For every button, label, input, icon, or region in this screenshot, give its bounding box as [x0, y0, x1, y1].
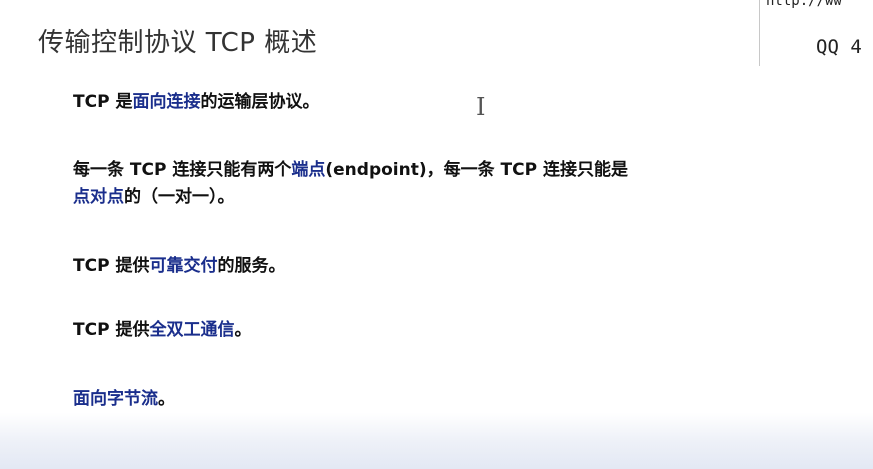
highlighted-term: 面向字节流: [73, 389, 158, 409]
bullet-point-5: 面向字节流。: [73, 386, 175, 413]
bullet-point-1: TCP 是面向连接的运输层协议。: [73, 89, 319, 116]
bullet-text: TCP 提供: [73, 256, 150, 276]
bullet-text: 的运输层协议。: [200, 92, 320, 112]
bullet-line: TCP 是面向连接的运输层协议。: [73, 89, 319, 116]
bullet-text: 每一条 TCP 连接只能有两个: [73, 160, 292, 180]
bullet-line: TCP 提供可靠交付的服务。: [73, 253, 285, 280]
bullet-text: TCP 提供: [73, 320, 150, 340]
url-fragment[interactable]: http://ww: [766, 0, 842, 9]
bullet-line: 面向字节流。: [73, 386, 175, 413]
bullet-point-3: TCP 提供可靠交付的服务。: [73, 253, 285, 280]
side-panel: http://ww QQ 4: [759, 0, 873, 66]
slide-title: 传输控制协议 TCP 概述: [38, 28, 318, 58]
highlighted-term: 可靠交付: [149, 256, 218, 276]
bullet-text: 的服务。: [217, 256, 286, 276]
bullet-text: TCP 是: [73, 92, 133, 112]
highlighted-term: 点对点: [73, 187, 124, 207]
bullet-text: 。: [158, 389, 175, 409]
bullet-text: 。: [234, 320, 252, 340]
bullet-point-2: 每一条 TCP 连接只能有两个端点(endpoint)，每一条 TCP 连接只能…: [73, 157, 628, 211]
bullet-line: 每一条 TCP 连接只能有两个端点(endpoint)，每一条 TCP 连接只能…: [73, 157, 628, 184]
slide-canvas: 传输控制协议 TCP 概述 TCP 是面向连接的运输层协议。 每一条 TCP 连…: [0, 0, 873, 469]
bullet-text: (endpoint)，每一条 TCP 连接只能是: [325, 160, 628, 180]
highlighted-term: 全双工通信: [149, 320, 235, 340]
highlighted-term: 面向连接: [132, 92, 201, 112]
bullet-point-4: TCP 提供全双工通信。: [73, 317, 251, 344]
text-cursor-icon: I: [476, 93, 486, 121]
highlighted-term: 端点: [291, 160, 326, 180]
bullet-line: 点对点的（一对一）。: [73, 184, 628, 211]
qq-fragment: QQ 4: [816, 36, 862, 58]
bullet-line: TCP 提供全双工通信。: [73, 317, 251, 344]
bullet-text: 的（一对一）。: [124, 187, 235, 207]
